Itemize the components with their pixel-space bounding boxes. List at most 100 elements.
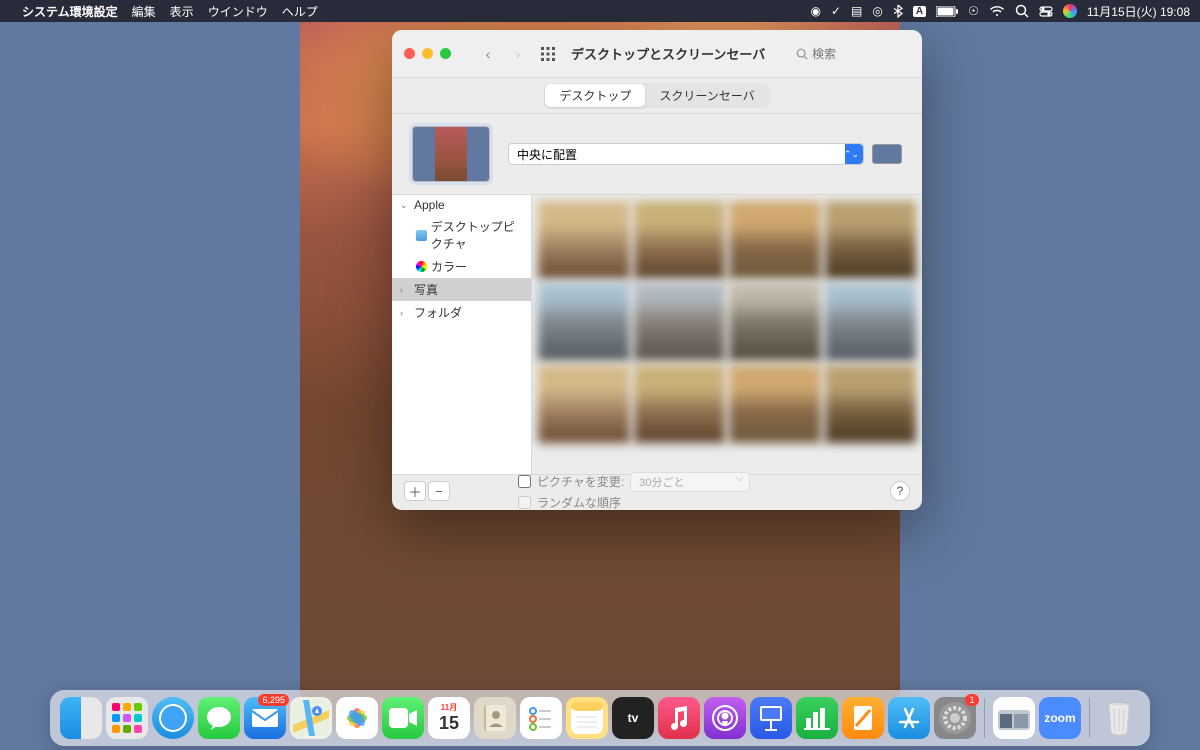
siri-icon[interactable] [1063,4,1077,18]
dock-launchpad[interactable] [106,697,148,739]
help-button[interactable]: ? [890,481,910,501]
show-all-button[interactable] [537,43,559,65]
calendar-month: 11月 [441,702,457,713]
status-icon[interactable]: ✓ [831,4,841,18]
dock-messages[interactable] [198,697,240,739]
add-folder-button[interactable]: ＋ [404,481,426,501]
dock-music[interactable] [658,697,700,739]
footer-bar: ＋ − ピクチャを変更: 30分ごと ランダムな順序 ? [392,475,922,507]
tab-screensaver[interactable]: スクリーンセーバ [645,84,768,107]
preview-row: 中央に配置 ⌃⌄ [392,114,922,195]
wallpaper-thumb[interactable] [825,201,917,279]
spotlight-icon[interactable] [1015,4,1029,18]
wallpaper-thumb[interactable] [538,365,630,443]
wifi-icon[interactable] [989,5,1005,17]
dock-keynote[interactable] [750,697,792,739]
dock-tv[interactable]: tv [612,697,654,739]
airplay-icon[interactable]: ◎ [872,4,882,18]
dock-contacts[interactable] [474,697,516,739]
search-icon [796,48,808,60]
input-source-icon[interactable]: A [913,6,926,17]
wallpaper-thumb[interactable] [538,201,630,279]
tab-desktop[interactable]: デスクトップ [545,84,645,107]
dock-separator [1089,698,1090,738]
dock-numbers[interactable] [796,697,838,739]
menu-help[interactable]: ヘルプ [282,3,318,20]
window-title: デスクトップとスクリーンセーバ [571,44,765,63]
fit-mode-select[interactable]: 中央に配置 ⌃⌄ [508,143,864,165]
wallpaper-thumb[interactable] [825,283,917,361]
search-field[interactable] [790,45,910,63]
dock-zoom[interactable]: zoom [1039,697,1081,739]
dock-pages[interactable] [842,697,884,739]
tab-segmented-control: デスクトップ スクリーンセーバ [544,83,769,108]
chevron-updown-icon: ⌃⌄ [844,149,859,160]
app-name[interactable]: システム環境設定 [22,3,118,20]
dock-reminders[interactable] [520,697,562,739]
back-button[interactable]: ‹ [477,43,499,65]
change-picture-label: ピクチャを変更: [537,473,624,490]
dock-mail[interactable]: 6,295 [244,697,286,739]
fill-color-swatch[interactable] [872,144,902,164]
dock-maps[interactable] [290,697,332,739]
status-icon[interactable]: ☉ [968,4,979,18]
wallpaper-thumb[interactable] [538,283,630,361]
sidebar-item-desktop-pictures[interactable]: デスクトップピクチャ [392,215,531,255]
add-remove-buttons: ＋ − [404,481,450,501]
remove-folder-button[interactable]: − [428,481,450,501]
thumbnail-grid [532,195,922,474]
disclosure-down-icon: ⌄ [400,200,410,211]
dock: 6,295 11月 15 tv [50,690,1150,746]
traffic-lights [404,48,451,59]
status-icon[interactable]: ◉ [810,4,820,18]
menubar-datetime[interactable]: 11月15日(火) 19:08 [1087,3,1190,20]
wallpaper-thumb[interactable] [729,365,821,443]
dock-notes[interactable] [566,697,608,739]
zoom-button[interactable] [440,48,451,59]
interval-select[interactable]: 30分ごと [630,472,750,492]
battery-icon[interactable] [936,6,958,17]
menu-window[interactable]: ウインドウ [208,3,268,20]
mail-badge: 6,295 [258,694,289,706]
menu-edit[interactable]: 編集 [132,3,156,20]
system-preferences-window: ‹ › デスクトップとスクリーンセーバ デスクトップ スクリーンセーバ 中央に配… [392,30,922,510]
random-order-checkbox [518,496,531,509]
menubar: システム環境設定 編集 表示 ウインドウ ヘルプ ◉ ✓ ▤ ◎ A ☉ 11月… [0,0,1200,22]
wallpaper-thumb[interactable] [634,365,726,443]
tab-bar: デスクトップ スクリーンセーバ [392,78,922,114]
sidebar-item-colors[interactable]: カラー [392,255,531,278]
dock-appstore[interactable] [888,697,930,739]
wallpaper-thumb[interactable] [729,201,821,279]
wallpaper-thumb[interactable] [634,283,726,361]
forward-button[interactable]: › [507,43,529,65]
bluetooth-icon[interactable] [893,4,903,18]
disclosure-right-icon: › [400,308,410,318]
dock-finder[interactable] [60,697,102,739]
wallpaper-thumb[interactable] [729,283,821,361]
dock-folder[interactable] [993,697,1035,739]
change-picture-row: ピクチャを変更: 30分ごと [518,472,750,492]
dock-separator [984,698,985,738]
dock-photos[interactable] [336,697,378,739]
change-picture-checkbox[interactable] [518,475,531,488]
dock-safari[interactable] [152,697,194,739]
dock-trash[interactable] [1098,697,1140,739]
clipboard-icon[interactable]: ▤ [851,4,862,18]
dock-podcasts[interactable] [704,697,746,739]
sidebar-item-folders[interactable]: › フォルダ [392,301,531,324]
close-button[interactable] [404,48,415,59]
main-content: ⌄ Apple デスクトップピクチャ カラー › 写真 › フォルダ [392,195,922,475]
menu-view[interactable]: 表示 [170,3,194,20]
dock-facetime[interactable] [382,697,424,739]
control-center-icon[interactable] [1039,6,1053,17]
sidebar-item-apple[interactable]: ⌄ Apple [392,195,531,215]
search-input[interactable] [812,47,902,61]
dock-calendar[interactable]: 11月 15 [428,697,470,739]
sidebar-item-photos[interactable]: › 写真 [392,278,531,301]
dock-system-preferences[interactable]: 1 [934,697,976,739]
wallpaper-thumb[interactable] [825,365,917,443]
titlebar: ‹ › デスクトップとスクリーンセーバ [392,30,922,78]
fit-mode-value: 中央に配置 [517,146,577,163]
wallpaper-thumb[interactable] [634,201,726,279]
minimize-button[interactable] [422,48,433,59]
